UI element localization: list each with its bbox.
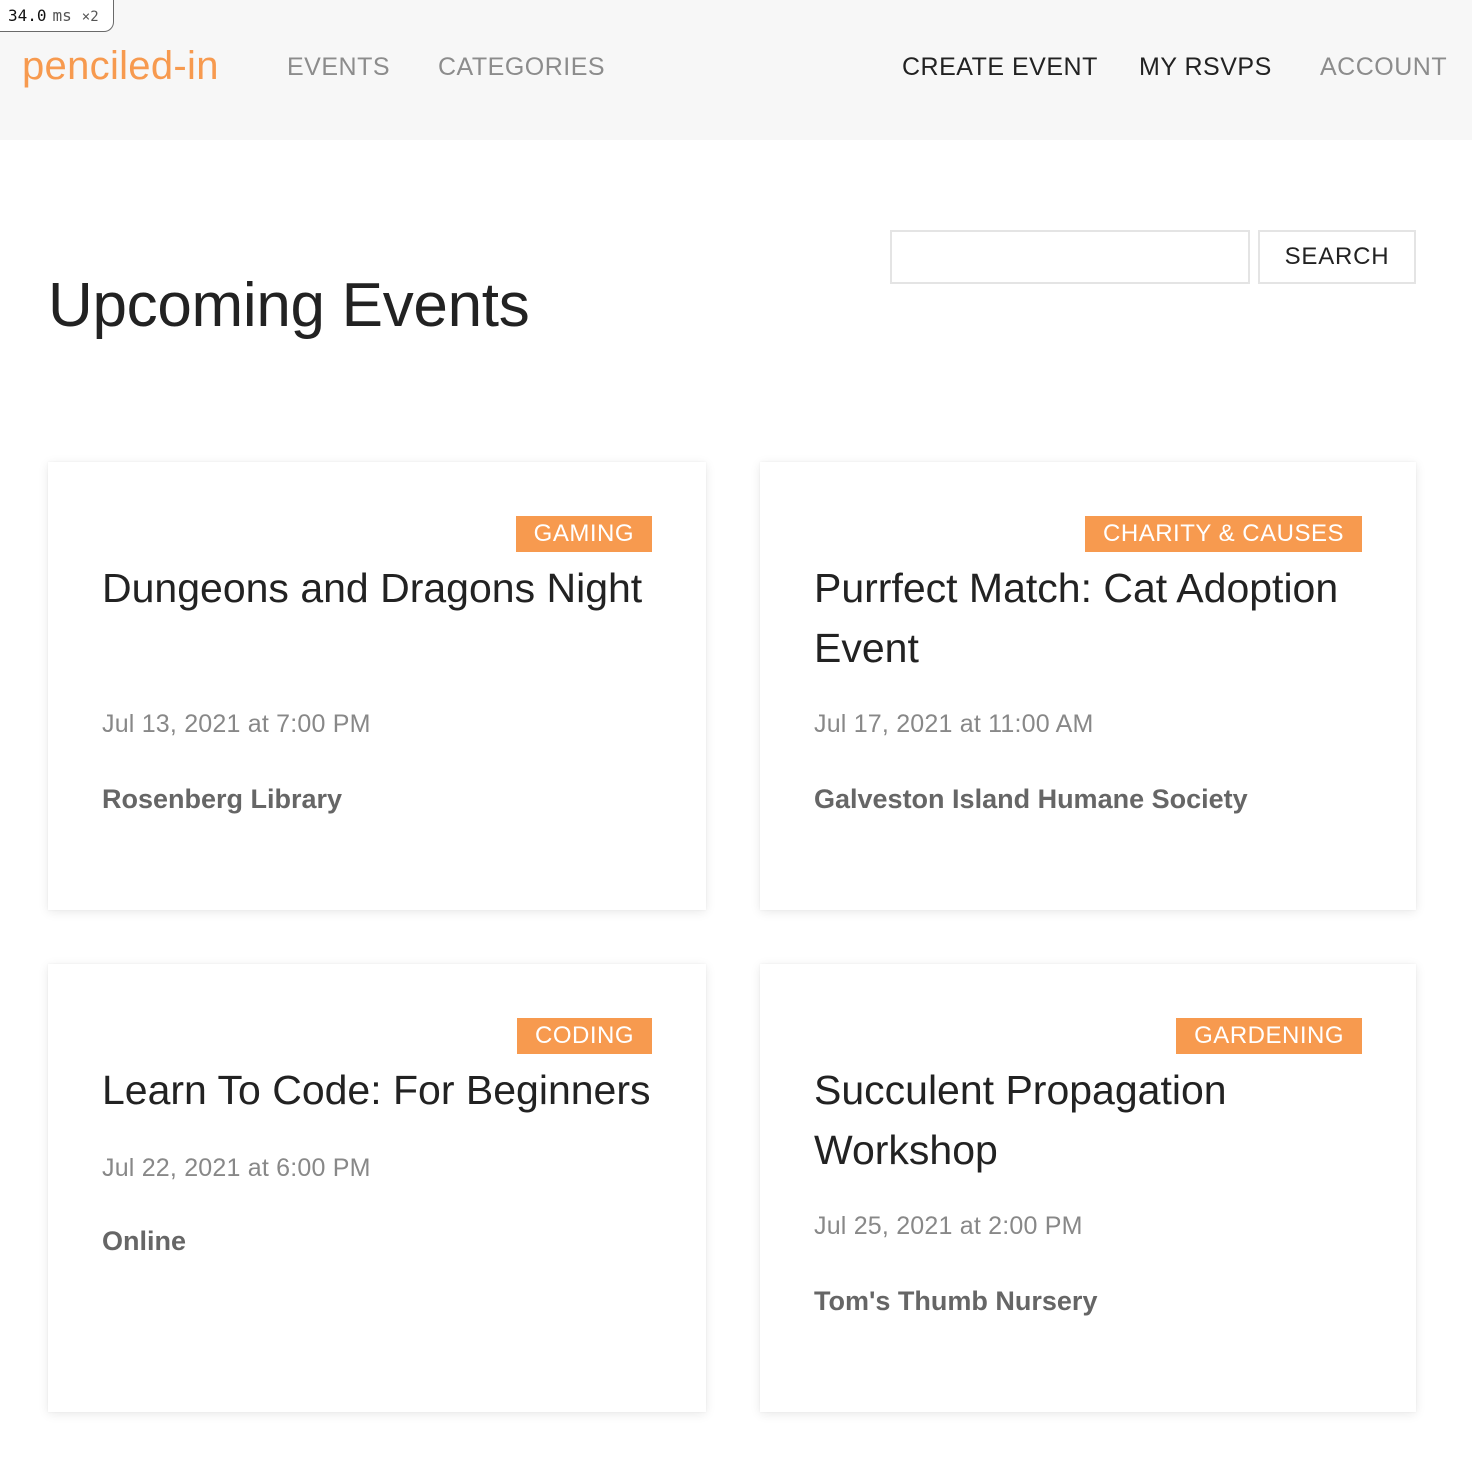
category-badge[interactable]: GAMING (515, 516, 652, 552)
event-title[interactable]: Purrfect Match: Cat Adoption Event (814, 558, 1366, 678)
search-button[interactable]: SEARCH (1258, 230, 1416, 284)
frame-time-unit: ms (52, 6, 72, 25)
nav-link-account[interactable]: ACCOUNT (1320, 53, 1447, 82)
nav-link-create-event[interactable]: CREATE EVENT (902, 53, 1098, 82)
category-badge[interactable]: CHARITY & CAUSES (1085, 516, 1362, 552)
event-card[interactable]: GARDENING Succulent Propagation Workshop… (760, 964, 1416, 1412)
frame-time-overlay: 34.0 ms ×2 (0, 0, 114, 32)
nav-link-categories[interactable]: CATEGORIES (438, 53, 605, 82)
page-title: Upcoming Events (48, 271, 530, 340)
event-date: Jul 13, 2021 at 7:00 PM (102, 710, 371, 738)
event-title[interactable]: Succulent Propagation Workshop (814, 1060, 1366, 1180)
search-input[interactable] (890, 230, 1250, 284)
nav-link-my-rsvps[interactable]: MY RSVPS (1139, 53, 1272, 82)
nav-link-events[interactable]: EVENTS (287, 53, 390, 82)
event-venue: Rosenberg Library (102, 784, 343, 814)
site-logo[interactable]: penciled-in (22, 44, 219, 89)
category-badge[interactable]: CODING (517, 1018, 652, 1054)
frame-time-multiplier: ×2 (81, 9, 99, 25)
event-venue: Online (102, 1226, 187, 1256)
event-card[interactable]: CHARITY & CAUSES Purrfect Match: Cat Ado… (760, 462, 1416, 910)
event-title[interactable]: Learn To Code: For Beginners (102, 1060, 656, 1120)
event-card[interactable]: GAMING Dungeons and Dragons Night Jul 13… (48, 462, 706, 910)
top-navbar: penciled-in EVENTS CATEGORIES CREATE EVE… (0, 0, 1472, 140)
event-card[interactable]: CODING Learn To Code: For Beginners Jul … (48, 964, 706, 1412)
category-badge[interactable]: GARDENING (1176, 1018, 1362, 1054)
frame-time-value: 34.0 (8, 6, 47, 25)
event-venue: Tom's Thumb Nursery (814, 1286, 1098, 1316)
event-date: Jul 22, 2021 at 6:00 PM (102, 1154, 371, 1182)
event-venue: Galveston Island Humane Society (814, 784, 1248, 814)
event-title[interactable]: Dungeons and Dragons Night (102, 558, 656, 618)
event-date: Jul 17, 2021 at 11:00 AM (814, 710, 1094, 738)
event-date: Jul 25, 2021 at 2:00 PM (814, 1212, 1083, 1240)
